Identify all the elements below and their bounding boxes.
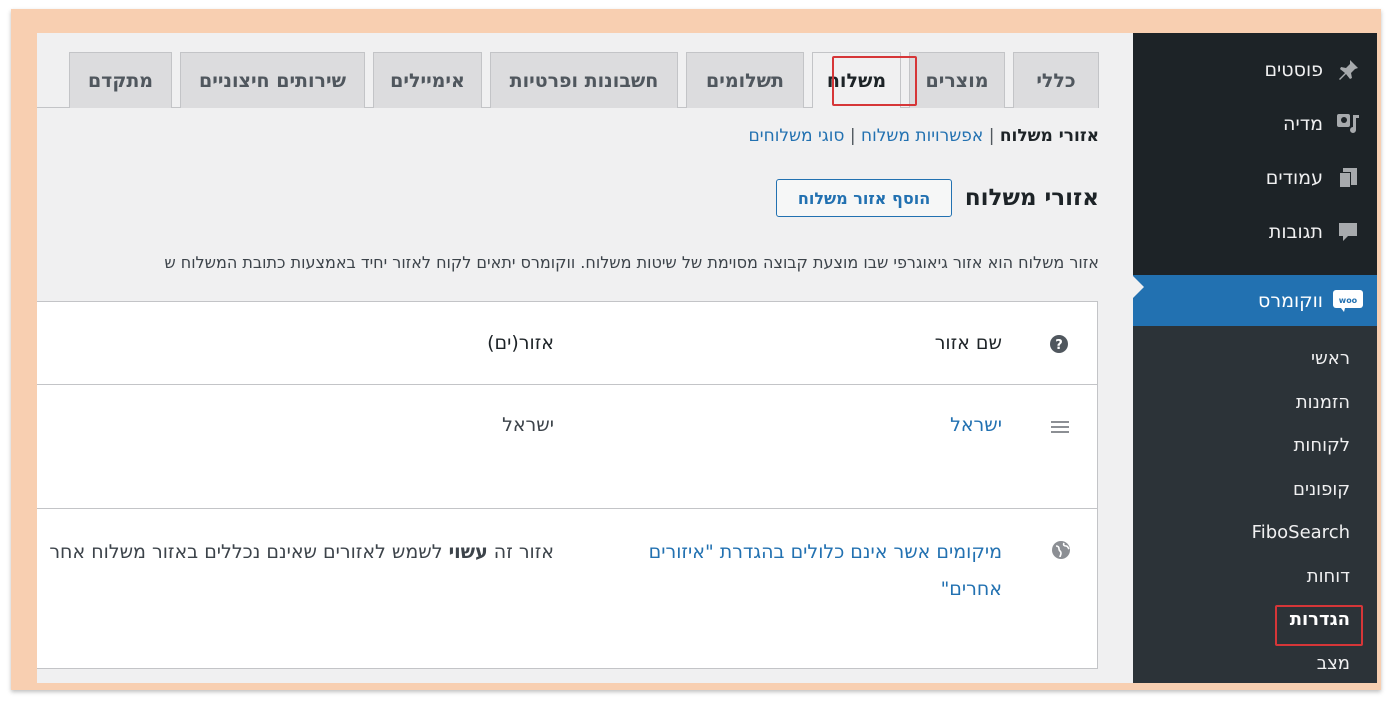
svg-text:woo: woo [1339, 296, 1358, 305]
media-icon [1333, 109, 1363, 139]
zone-name-link[interactable]: ישראל [950, 414, 1002, 436]
other-locations-link-cont[interactable]: אחרים" [941, 578, 1002, 600]
tab-integrations[interactable]: שירותים חיצוניים [180, 52, 365, 108]
row-divider [37, 384, 1097, 385]
sidebar-item-label: פוסטים [1264, 59, 1323, 81]
add-shipping-zone-button[interactable]: הוסף אזור משלוח [776, 179, 952, 217]
wp-admin-window: פוסטים מדיה עמודים תגובות woo ווקומרס רא… [37, 33, 1377, 683]
comments-icon [1333, 217, 1363, 247]
submenu-fibosearch[interactable]: FiboSearch [1252, 522, 1350, 543]
subnav-separator: | [988, 126, 995, 146]
desc-bold-word: עשוי [448, 541, 488, 563]
submenu-orders[interactable]: הזמנות [1296, 392, 1350, 413]
submenu-status[interactable]: מצב [1317, 653, 1350, 674]
column-header-regions[interactable]: אזור(ים) [487, 332, 554, 354]
desc-prefix: אזור זה [487, 541, 554, 563]
admin-sidebar: פוסטים מדיה עמודים תגובות woo ווקומרס רא… [1132, 33, 1377, 683]
sidebar-item-label: תגובות [1268, 221, 1323, 243]
sidebar-item-label: ווקומרס [1258, 290, 1323, 312]
subnav-options[interactable]: אפשרויות משלוח [861, 126, 983, 146]
sidebar-item-woocommerce[interactable]: woo ווקומרס [1132, 275, 1377, 327]
submenu-home[interactable]: ראשי [1311, 348, 1350, 369]
tab-advanced[interactable]: מתקדם [69, 52, 172, 108]
other-locations-description: אזור זה עשוי לשמש לאזורים שאינם נכללים ב… [49, 541, 554, 563]
page-description: אזור משלוח הוא אזור גיאוגרפי שבו מוצעת ק… [164, 253, 1099, 272]
row-divider [37, 508, 1097, 509]
help-icon[interactable]: ? [1049, 334, 1069, 358]
page-title: אזורי משלוח [964, 185, 1099, 211]
desc-suffix: לשמש לאזורים שאינם נכללים באזור משלוח אח… [49, 541, 449, 563]
submenu-customers[interactable]: לקוחות [1294, 435, 1350, 456]
tab-accounts-privacy[interactable]: חשבונות ופרטיות [490, 52, 678, 108]
tab-emails[interactable]: אימיילים [373, 52, 482, 108]
sidebar-item-pages[interactable]: עמודים [1133, 158, 1377, 198]
screenshot-frame: פוסטים מדיה עמודים תגובות woo ווקומרס רא… [11, 9, 1381, 690]
sidebar-item-media[interactable]: מדיה [1133, 104, 1377, 144]
shipping-subnav: אזורי משלוח | אפשרויות משלוח | סוגי משלו… [749, 126, 1099, 146]
tab-payments[interactable]: תשלומים [686, 52, 804, 108]
pin-icon [1333, 55, 1363, 85]
column-header-zone-name[interactable]: שם אזור [935, 332, 1002, 354]
submenu-reports[interactable]: דוחות [1307, 566, 1350, 587]
subnav-zones[interactable]: אזורי משלוח [1000, 126, 1099, 146]
drag-handle-icon[interactable] [1051, 419, 1069, 438]
subnav-classes[interactable]: סוגי משלוחים [749, 126, 845, 146]
globe-icon [1051, 540, 1071, 564]
subnav-separator: | [849, 126, 856, 146]
submenu-coupons[interactable]: קופונים [1293, 479, 1350, 500]
sidebar-item-comments[interactable]: תגובות [1133, 212, 1377, 252]
tab-general[interactable]: כללי [1013, 52, 1099, 108]
other-locations-link[interactable]: מיקומים אשר אינם כלולים בהגדרת "איזורים [649, 541, 1002, 563]
tab-products[interactable]: מוצרים [909, 52, 1005, 108]
settings-highlight-box [1275, 605, 1363, 646]
woo-icon: woo [1333, 286, 1363, 316]
current-menu-arrow [1132, 275, 1144, 299]
pages-icon [1333, 163, 1363, 193]
settings-tabs: כללי מוצרים משלוח תשלומים חשבונות ופרטיו… [61, 52, 1099, 108]
sidebar-item-posts[interactable]: פוסטים [1133, 50, 1377, 90]
shipping-zones-table: ? שם אזור אזור(ים) ישראל ישראל מיקומים א… [37, 301, 1098, 669]
zone-regions: ישראל [502, 414, 554, 436]
shipping-tab-highlight-box [832, 56, 917, 106]
sidebar-item-label: מדיה [1283, 113, 1323, 135]
sidebar-item-label: עמודים [1265, 167, 1323, 189]
svg-text:?: ? [1055, 338, 1063, 353]
